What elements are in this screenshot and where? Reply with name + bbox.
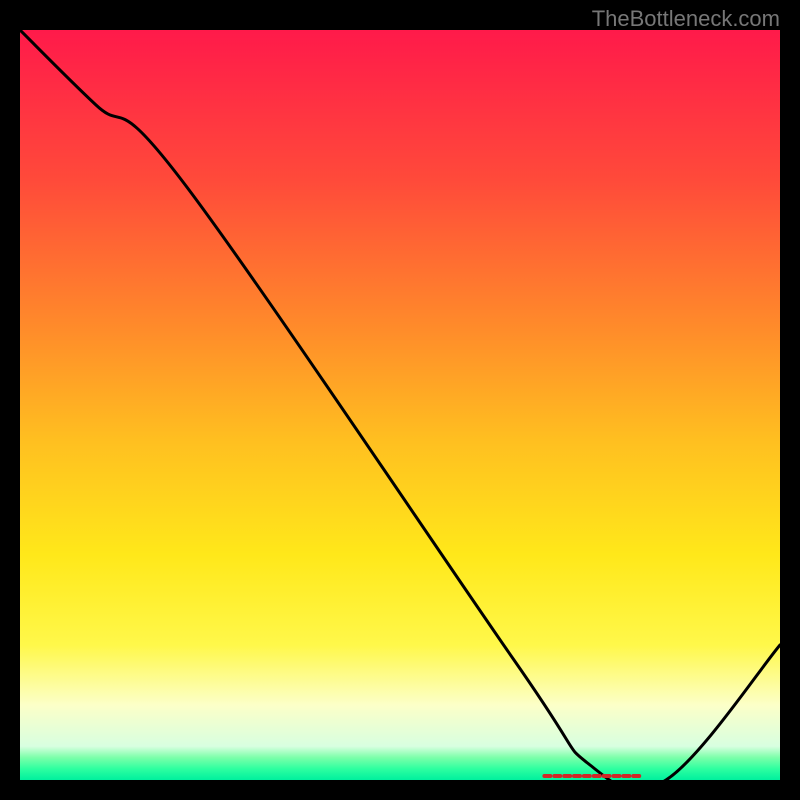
watermark-text: TheBottleneck.com [592, 6, 780, 32]
gradient-background [20, 30, 780, 780]
chart-plot-area [20, 30, 780, 780]
bottleneck-chart [20, 30, 780, 780]
